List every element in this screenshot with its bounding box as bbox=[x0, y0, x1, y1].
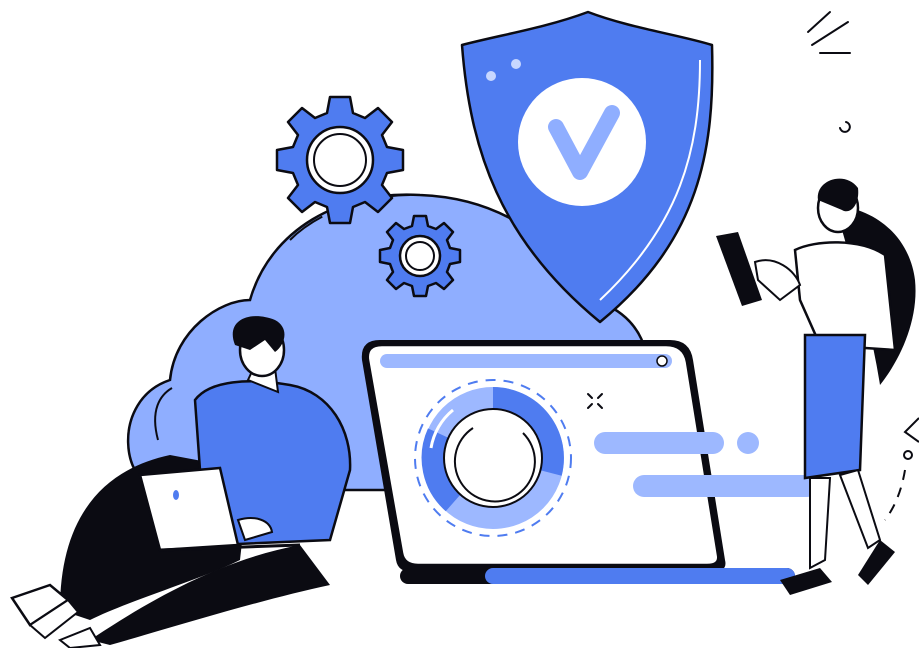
gear-icon bbox=[275, 95, 405, 225]
small-gear-icon bbox=[378, 214, 462, 298]
sparkle-lines-decoration bbox=[807, 11, 851, 133]
illustration-scene bbox=[0, 0, 919, 648]
right-edge-decoration bbox=[884, 417, 919, 521]
illustration-canvas bbox=[10, 10, 919, 648]
woman-with-tablet bbox=[716, 178, 916, 595]
